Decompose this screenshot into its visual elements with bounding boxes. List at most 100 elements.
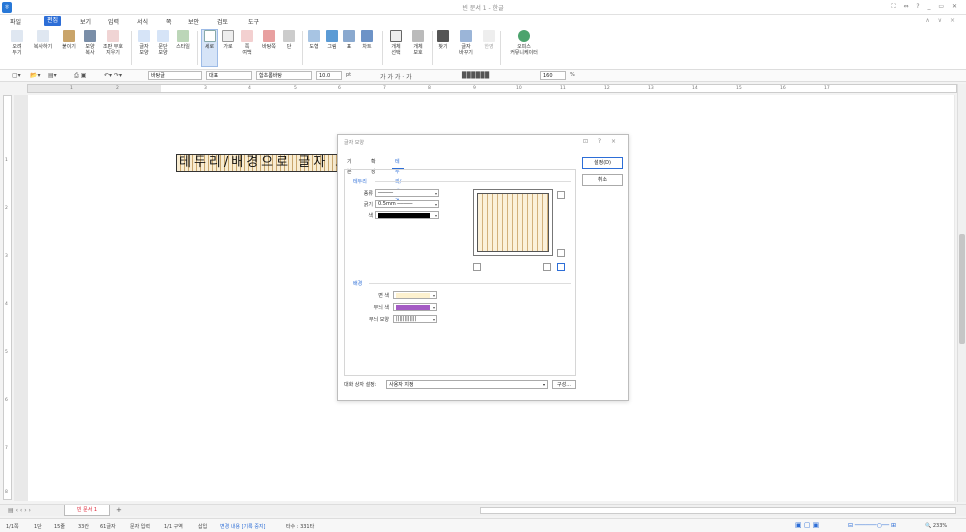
border-width-select[interactable]: 0.5mm ───── ▾: [375, 200, 439, 208]
status-chars: 61글자: [100, 524, 116, 530]
border-all-toggle[interactable]: [557, 263, 565, 271]
chart-button[interactable]: 차트: [358, 30, 376, 50]
menu-page[interactable]: 쪽: [166, 17, 172, 26]
status-section: 1/1 구역: [164, 524, 183, 530]
columns-button[interactable]: 단: [282, 30, 296, 50]
menu-tools[interactable]: 도구: [248, 17, 259, 26]
zoom-input[interactable]: 160: [540, 71, 566, 80]
menu-review[interactable]: 검토: [217, 17, 228, 26]
zoom-unit[interactable]: %: [570, 72, 575, 78]
status-input-mode: 문자 입력: [130, 524, 150, 530]
tab-nav-icon[interactable]: ▤ ‹ ‹ › ›: [8, 507, 31, 514]
vertical-scrollbar[interactable]: [957, 84, 966, 502]
menu-view[interactable]: 보기: [80, 17, 91, 26]
ribbon-divider: [131, 31, 132, 65]
tab-basic[interactable]: 기본: [344, 157, 355, 175]
menu-format[interactable]: 서식: [137, 17, 148, 26]
menu-security[interactable]: 보안: [188, 17, 199, 26]
master-page-button[interactable]: 바탕쪽: [258, 30, 280, 50]
clear-icon: [107, 30, 119, 42]
window-controls[interactable]: ⛶ ⇔ ? _ ▭ ✕: [891, 3, 960, 11]
menu-bar: 파일 편집 보기 입력 서식 쪽 보안 검토 도구 ∧ ∨ ×: [0, 15, 966, 27]
font-size-input[interactable]: 10.0: [316, 71, 342, 80]
pattern-color-select[interactable]: ▾: [393, 303, 437, 311]
format-copy-button[interactable]: 모양 복사: [82, 30, 98, 56]
align-buttons[interactable]: ▉▉▉▉▉▉: [462, 72, 490, 79]
char-shape-button[interactable]: 글자 모양: [135, 30, 153, 56]
ruler-num: 15: [736, 86, 742, 91]
preview-fill: [477, 193, 549, 252]
picture-button[interactable]: 그림: [324, 30, 340, 50]
horizontal-scrollbar[interactable]: [480, 507, 956, 514]
table-button[interactable]: 표: [342, 30, 356, 50]
para-shape-button[interactable]: 문단 모양: [154, 30, 172, 56]
find-button[interactable]: 찾기: [436, 30, 450, 50]
paste-button[interactable]: 붙이기: [58, 30, 80, 50]
save-icon[interactable]: ▤▾: [48, 72, 57, 79]
margins-button[interactable]: 쪽 여백: [238, 30, 256, 56]
pattern-color-label: 무늬 색: [373, 305, 389, 311]
text-style-buttons[interactable]: 가 가 가 · 가: [380, 72, 412, 81]
replace-button[interactable]: 글자 바꾸기: [454, 30, 478, 56]
scissors-icon: [11, 30, 23, 42]
chart-icon: [361, 30, 373, 42]
status-track-changes[interactable]: 변경 내용 [기록 중지]: [220, 523, 265, 530]
vertical-ruler[interactable]: 1 2 3 4 5 6 7 8: [3, 95, 12, 500]
cancel-button[interactable]: 취소: [582, 174, 623, 186]
pattern-shape-select[interactable]: |||||||||||| ▾: [393, 315, 437, 323]
cut-button[interactable]: 오려 두기: [8, 30, 26, 56]
ribbon-collapse-controls[interactable]: ∧ ∨ ×: [925, 17, 958, 24]
border-color-select[interactable]: ▾: [375, 211, 439, 219]
brush-icon: [84, 30, 96, 42]
scrollbar-thumb[interactable]: [959, 234, 965, 344]
print-icon[interactable]: ⎙ ▣: [74, 72, 86, 80]
status-zoom[interactable]: 🔍 233%: [925, 523, 947, 529]
copy-button[interactable]: 복사하기: [30, 30, 56, 50]
char-shape-icon: [138, 30, 150, 42]
columns-icon: [283, 30, 295, 42]
border-top-toggle[interactable]: [557, 191, 565, 199]
horizontal-button[interactable]: 가로: [220, 30, 236, 50]
menu-edit[interactable]: 편집: [44, 16, 62, 26]
face-color-select[interactable]: ▾: [393, 291, 437, 299]
new-doc-icon[interactable]: ▢▾: [12, 72, 21, 79]
add-tab-button[interactable]: +: [116, 506, 122, 514]
view-mode-icons[interactable]: ▣ ▢ ▣: [795, 521, 819, 529]
status-insert[interactable]: 삽입: [198, 523, 207, 530]
border-preview[interactable]: [473, 189, 553, 256]
select-object-button[interactable]: 개체 선택: [386, 30, 406, 56]
tab-border-background[interactable]: 테두리/배경: [392, 157, 405, 205]
menu-insert[interactable]: 입력: [108, 17, 119, 26]
horizontal-ruler[interactable]: 1 2 3 4 5 6 7 8 9 10 11 12 13 14 15 16 1…: [27, 84, 957, 93]
dialog-controls[interactable]: ⊡ ? ×: [583, 138, 620, 145]
bordered-text[interactable]: 테두리/배경으로 글자 모양: [176, 154, 354, 172]
border-type-select[interactable]: ───── ▾: [375, 189, 439, 197]
ok-button[interactable]: 설정(D): [582, 157, 623, 169]
ruler-num: 8: [5, 490, 8, 495]
config-button[interactable]: 구성...: [552, 380, 576, 389]
zoom-slider[interactable]: ⊟ ──────○── ⊞: [848, 522, 896, 529]
font-size-unit[interactable]: pt: [346, 72, 351, 78]
open-icon[interactable]: 📂▾: [30, 72, 40, 79]
document-tab[interactable]: 빈 문서 1: [64, 505, 110, 516]
border-bottom-toggle[interactable]: [557, 249, 565, 257]
office-communicator-button[interactable]: 오피스 커뮤니케이터: [504, 30, 544, 56]
clear-codes-button[interactable]: 조판 부호 지우기: [100, 30, 126, 56]
ruler-num: 4: [248, 86, 251, 91]
undo-icon[interactable]: ↶▾ ↷▾: [104, 72, 122, 79]
dialog-title: 글자 모양: [344, 140, 364, 146]
protect-object-button[interactable]: 개체 보호: [408, 30, 428, 56]
shape-button[interactable]: 도형: [306, 30, 322, 50]
menu-file[interactable]: 파일: [10, 17, 21, 26]
border-left-toggle[interactable]: [473, 263, 481, 271]
tab-extended[interactable]: 확장: [368, 157, 379, 175]
preset-select[interactable]: 사용자 지정 ▾: [386, 380, 548, 389]
border-right-toggle[interactable]: [543, 263, 551, 271]
font-select[interactable]: 함초롬바탕: [256, 71, 312, 80]
hanja-button[interactable]: 한영: [482, 30, 496, 50]
ruler-num: 2: [116, 86, 119, 91]
style-button[interactable]: 스타일: [173, 30, 193, 50]
style-select[interactable]: 바탕글: [148, 71, 202, 80]
language-select[interactable]: 대표: [206, 71, 252, 80]
vertical-button[interactable]: 세로: [201, 29, 218, 67]
